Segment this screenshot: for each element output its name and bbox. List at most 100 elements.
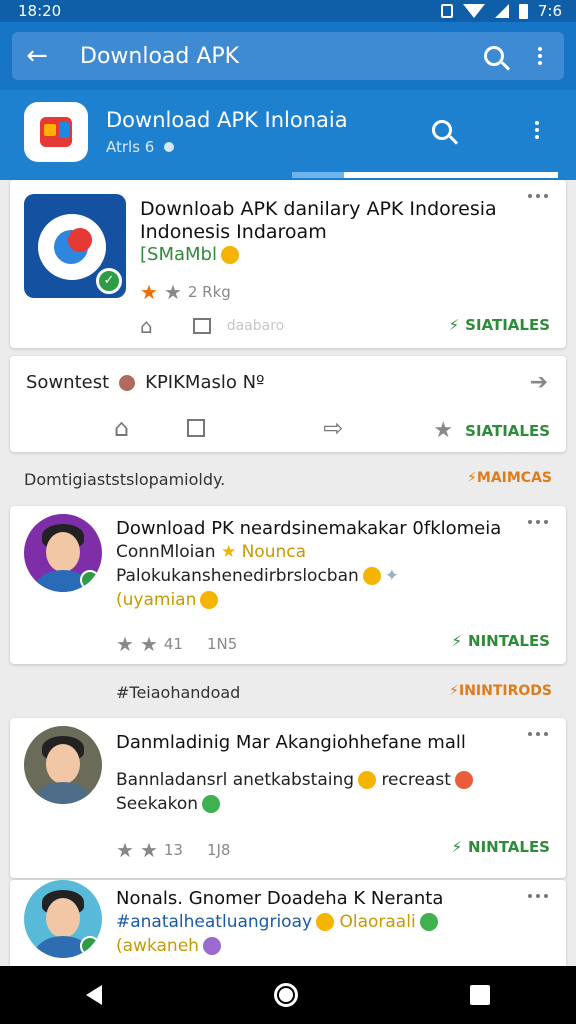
bolt-icon: ⚡ [449, 683, 459, 699]
search-title: Download APK [80, 43, 240, 69]
verified-icon [80, 570, 100, 590]
forward-arrow-icon[interactable]: ➔ [530, 370, 548, 395]
system-nav-bar [0, 966, 576, 1024]
post-install-action[interactable]: ⚡ NINTALES [451, 632, 550, 650]
nav-back-icon[interactable] [86, 985, 102, 1005]
install-action[interactable]: ⚡ SIATIALES [449, 316, 550, 334]
back-arrow-icon[interactable]: ← [12, 41, 62, 71]
status-time: 18:20 [18, 2, 62, 20]
app-subtitle-text: Atrls 6 [106, 138, 155, 156]
verified-check-icon: ✓ [96, 268, 122, 294]
promo-label-2: KPIKMaslo Nº [145, 372, 265, 393]
promo-text: Sowntest KPIKMaslo Nº [26, 372, 265, 393]
post-card[interactable]: Download PK neardsinemakakar 0fklomeia C… [10, 506, 566, 664]
promo-actions: ⌂ ⇨ [114, 414, 343, 442]
post-install-action[interactable]: ⚡ NINTALES [451, 838, 550, 856]
copy-icon[interactable] [187, 419, 206, 437]
search-bar[interactable]: ← Download APK [12, 32, 564, 80]
bolt-icon: ⚡ [448, 316, 460, 334]
app-card[interactable]: ✓ Downloab APK danilary APK Indoresia In… [10, 180, 566, 348]
smile-emoji-icon [220, 246, 239, 264]
star-icon: ★ [139, 632, 158, 656]
verified-icon [80, 936, 100, 956]
avatar[interactable] [24, 726, 102, 804]
section-header: Domtigiaststslopamioldy. [24, 470, 226, 489]
share-icon[interactable]: ⇨ [323, 414, 343, 442]
star-icon: ★ [139, 838, 158, 862]
emoji-icon [454, 771, 473, 789]
app-card-title: Downloab APK danilary APK Indoresia Indo… [140, 198, 500, 244]
bolt-icon: ⚡ [467, 470, 477, 486]
app-card-title-line2: Indonesis Indaroam [140, 221, 327, 243]
app-card-rating: ★ ★ 2 Rkg [140, 280, 231, 304]
post-line: (awkaneh [116, 936, 221, 956]
more-horiz-icon[interactable] [528, 520, 548, 524]
header-more-vert-icon[interactable] [535, 128, 539, 132]
smile-emoji-icon [362, 567, 381, 585]
faint-label: daabaro [226, 318, 285, 334]
emoji-icon [358, 771, 377, 789]
rating-text: 2 Rkg [187, 283, 231, 301]
image-icon[interactable] [192, 318, 211, 334]
nav-home-icon[interactable] [274, 983, 298, 1007]
emoji-icon [202, 937, 221, 955]
section-action[interactable]: ⚡ININTIRODS [449, 683, 552, 699]
app-card-title-line1: Downloab APK danilary APK Indoresia [140, 198, 497, 220]
app-card-tag: [SMaMbl [140, 244, 239, 265]
post-card[interactable]: Nonals. Gnomer Doadeha K Neranta #anatal… [10, 880, 566, 970]
badge-dot-icon [119, 374, 136, 391]
nav-recents-icon[interactable] [470, 985, 490, 1005]
star-icon: ★ [140, 280, 158, 304]
post-stats: ★ ★ 13 1J8 [116, 838, 231, 862]
more-vert-icon[interactable] [538, 54, 542, 58]
bolt-icon: ⚡ [451, 838, 463, 856]
app-title: Download APK Inlonaia [106, 108, 348, 132]
search-icon[interactable] [484, 46, 504, 66]
star-icon: ★ [433, 418, 454, 443]
post-line: #anatalheatluangrioay Olaoraali [116, 912, 438, 932]
status-bar: 18:20 7:6 [0, 0, 576, 22]
section-header: #Teiaohandoad [116, 683, 241, 702]
app-subtitle: Atrls 6 [106, 138, 175, 156]
emoji-icon [316, 913, 335, 931]
post-title: Download PK neardsinemakakar 0fklomeia [116, 518, 502, 539]
more-horiz-icon[interactable] [528, 732, 548, 736]
top-app-bar: ← Download APK [0, 22, 576, 90]
app-logo [24, 102, 88, 162]
promo-card[interactable]: Sowntest KPIKMaslo Nº ➔ ⌂ ⇨ ★ SIATIALES [10, 356, 566, 452]
avatar[interactable] [24, 514, 102, 592]
status-right-text: 7:6 [537, 2, 562, 20]
promo-install-action[interactable]: ★ SIATIALES [433, 418, 550, 443]
post-line: ConnMloian ★ Nounca [116, 542, 307, 562]
app-card-icon: ✓ [24, 194, 126, 298]
star-icon: ★ [116, 632, 134, 656]
home-icon[interactable]: ⌂ [114, 414, 129, 442]
post-line: Seekakon [116, 794, 221, 814]
header-search-icon[interactable] [432, 120, 452, 140]
smile-emoji-icon [200, 591, 219, 609]
star-icon: ★ [116, 838, 134, 862]
cloud-icon [164, 142, 175, 152]
post-line: Palokukanshenedirbrslocban ✦ [116, 566, 400, 586]
post-line: (uyamian [116, 590, 219, 610]
promo-label: Sowntest [26, 372, 110, 393]
post-card[interactable]: Danmladinig Mar Akangiohhefane mall Bann… [10, 718, 566, 878]
nfc-icon [440, 4, 453, 18]
home-icon[interactable]: ⌂ [140, 314, 153, 338]
battery-icon [518, 3, 528, 19]
more-horiz-icon[interactable] [528, 894, 548, 898]
section-action[interactable]: ⚡MAIMCAS [467, 470, 552, 486]
tab-indicator [292, 172, 558, 178]
bolt-icon: ⚡ [451, 632, 463, 650]
emoji-icon [202, 795, 221, 813]
star-icon: ★ [163, 280, 182, 304]
post-line: Bannladansrl anetkabstaing recreast [116, 770, 473, 790]
app-card-actions: ⌂ daabaro [140, 314, 284, 338]
status-icons: 7:6 [440, 2, 562, 20]
avatar[interactable] [24, 880, 102, 958]
signal-icon [494, 4, 509, 18]
wifi-icon [462, 4, 485, 18]
post-title: Nonals. Gnomer Doadeha K Neranta [116, 888, 444, 909]
post-stats: ★ ★ 41 1N5 [116, 632, 238, 656]
more-horiz-icon[interactable] [528, 194, 548, 198]
